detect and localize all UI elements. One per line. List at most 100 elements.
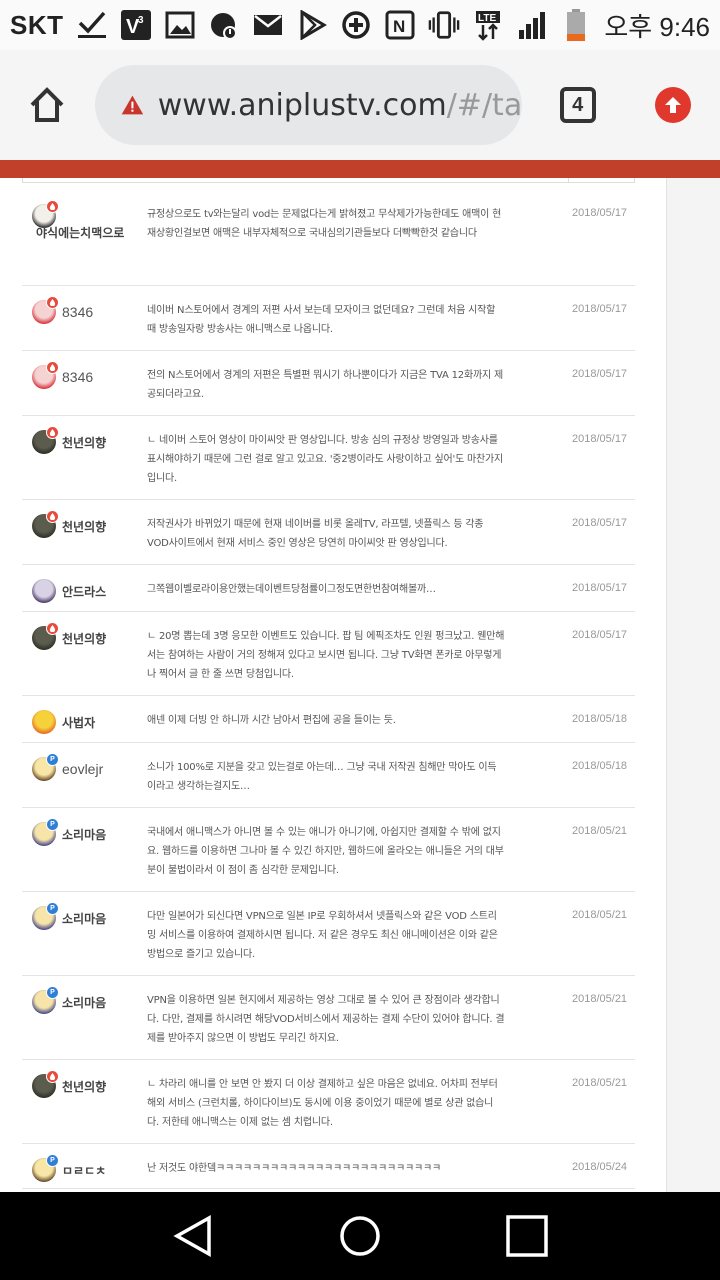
url-path: /#/ta <box>446 87 523 123</box>
mail-icon <box>252 9 284 41</box>
url-host: www.aniplustv.com <box>157 87 447 123</box>
comment-nickname[interactable]: 천년의향 <box>62 630 106 647</box>
comment-row: 8346 전의 N스토어에서 경계의 저편은 특별편 뭐시기 하나뿐이다가 지금은… <box>22 351 635 416</box>
play-store-icon <box>296 9 328 41</box>
url-bar[interactable]: www.aniplustv.com/#/ta <box>94 65 523 145</box>
home-nav-button[interactable] <box>330 1206 390 1266</box>
svg-text:3: 3 <box>138 15 144 26</box>
comment-date: 2018/05/17 <box>572 368 628 380</box>
comment-row: 천년의향 ㄴ 차라리 애니를 안 보면 안 봤지 더 이상 결제하고 싶은 마음은… <box>22 1060 635 1144</box>
comment-row: P ㅁㄹㄷㅊ 난 저것도 야한뎈ㅋㅋㅋㅋㅋㅋㅋㅋㅋㅋㅋㅋㅋㅋㅋㅋㅋㅋㅋㅋㅋㅋㅋㅋㅋ 2… <box>22 1144 635 1189</box>
comment-nickname[interactable]: 소리마음 <box>62 826 106 843</box>
update-button[interactable] <box>625 50 720 160</box>
comment-date: 2018/05/18 <box>572 760 628 772</box>
vibrate-icon <box>428 9 460 41</box>
comment-text: 네이버 N스토어에서 경계의 저편 사서 보는데 모자이크 없던데요? 그런데 … <box>147 305 496 335</box>
warning-icon <box>121 95 144 115</box>
comment-row: 사법자 애넨 이제 더빙 안 하니까 시간 남아서 편집에 공을 들이는 듯. 20… <box>22 696 635 743</box>
fire-level-icon <box>46 200 59 213</box>
comment-row: 안드라스 그쪽웹이벨로라이용안했는데이벤트당첨률이그정도면한번참여해볼까… 2018… <box>22 565 635 612</box>
comment-text: ㄴ 네이버 스토어 영상이 마이씨앗 판 영상입니다. 방송 심의 규정상 방영… <box>147 435 504 484</box>
comment-nickname[interactable]: 사법자 <box>62 714 95 731</box>
tab-switcher-button[interactable]: 4 <box>530 50 625 160</box>
comment-nickname[interactable]: ㅁㄹㄷㅊ <box>62 1162 106 1179</box>
comment-text: 애넨 이제 더빙 안 하니까 시간 남아서 편집에 공을 들이는 듯. <box>147 715 396 726</box>
comment-text: 난 저것도 야한뎈ㅋㅋㅋㅋㅋㅋㅋㅋㅋㅋㅋㅋㅋㅋㅋㅋㅋㅋㅋㅋㅋㅋㅋㅋㅋ <box>147 1163 441 1174</box>
right-gutter <box>666 178 720 1192</box>
comment-row: P 소리마음 다만 일본어가 되신다면 VPN으로 일본 IP로 우회하셔서 넷플릭… <box>22 892 635 976</box>
svg-text:N: N <box>393 17 405 36</box>
comment-nickname[interactable]: 8346 <box>62 304 93 320</box>
fire-level-icon <box>46 361 59 374</box>
back-triangle-icon <box>173 1215 212 1257</box>
recents-button[interactable] <box>497 1206 557 1266</box>
comment-nickname[interactable]: 천년의향 <box>62 518 106 535</box>
comment-date: 2018/05/17 <box>572 433 628 445</box>
battery-icon <box>560 9 592 41</box>
home-button[interactable] <box>0 50 95 160</box>
comment-nickname[interactable]: 야식에는치맥으로 <box>36 224 124 241</box>
comment-nickname[interactable]: 소리마음 <box>62 910 106 927</box>
comment-text: VPN을 이용하면 일본 현지에서 제공하는 영상 그대로 볼 수 있어 큰 장… <box>147 995 505 1044</box>
v3-shield-icon: V3 <box>120 9 152 41</box>
comment-text: 저작권사가 바뀌었기 때문에 현재 네이버를 비롯 올레TV, 라프텔, 넷플릭… <box>147 519 484 549</box>
recents-square-icon <box>505 1215 548 1257</box>
comment-text: 국내에서 애니맥스가 아니면 볼 수 있는 애니가 아니기에, 아쉽지만 결제할… <box>147 827 504 876</box>
comment-date: 2018/05/17 <box>572 303 628 315</box>
comment-nickname[interactable]: 천년의향 <box>62 1078 106 1095</box>
back-button[interactable] <box>163 1206 223 1266</box>
fire-level-icon <box>46 1070 59 1083</box>
comment-date: 2018/05/17 <box>572 207 628 219</box>
comment-text: 전의 N스토어에서 경계의 저편은 특별편 뭐시기 하나뿐이다가 지금은 TVA… <box>147 370 503 400</box>
fire-level-icon <box>46 426 59 439</box>
comment-nickname[interactable]: 소리마음 <box>62 994 106 1011</box>
data-saver-icon <box>340 9 372 41</box>
fire-level-icon <box>46 510 59 523</box>
status-clock: 오후 9:46 <box>604 11 710 42</box>
browser-toolbar: www.aniplustv.com/#/ta 4 <box>0 50 720 160</box>
comment-text: 소니가 100%로 지분을 갖고 있는걸로 아는데… 그냥 국내 저작권 침해만… <box>147 762 497 792</box>
system-nav-bar <box>0 1192 720 1280</box>
home-icon <box>31 87 64 122</box>
comment-row: 천년의향 ㄴ 네이버 스토어 영상이 마이씨앗 판 영상입니다. 방송 심의 규정… <box>22 416 635 500</box>
premium-p-icon: P <box>46 902 59 915</box>
comment-nickname[interactable]: 8346 <box>62 369 93 385</box>
comment-text: 규정상으로도 tv와는달리 vod는 문제없다는게 밝혀졌고 무삭제가가능한데도… <box>147 209 502 239</box>
url-text: www.aniplustv.com/#/ta <box>158 88 522 123</box>
premium-p-icon: P <box>46 1154 59 1167</box>
arrow-up-icon <box>654 87 691 123</box>
comment-row: P 소리마음 VPN을 이용하면 일본 현지에서 제공하는 영상 그대로 볼 수 있… <box>22 976 635 1060</box>
site-nav-bar <box>0 160 720 178</box>
comment-text: ㄴ 20명 뽑는데 3명 응모한 이벤트도 있습니다. 팝 팀 에픽조차도 인원… <box>147 631 505 680</box>
comment-text: 다만 일본어가 되신다면 VPN으로 일본 IP로 우회하셔서 넷플릭스와 같은… <box>147 911 498 960</box>
svg-text:LTE: LTE <box>478 13 496 24</box>
fire-level-icon <box>46 296 59 309</box>
comment-text: ㄴ 차라리 애니를 안 보면 안 봤지 더 이상 결제하고 싶은 마음은 없네요… <box>147 1079 498 1128</box>
lte-icon: LTE <box>472 9 504 41</box>
alarm-icon <box>208 9 240 41</box>
home-circle-icon <box>340 1216 380 1256</box>
signal-icon <box>516 9 548 41</box>
user-avatar[interactable] <box>32 579 56 603</box>
gallery-icon <box>164 9 196 41</box>
comment-date: 2018/05/21 <box>572 825 628 837</box>
comment-row: P 소리마음 국내에서 애니맥스가 아니면 볼 수 있는 애니가 아니기에, 아쉽지… <box>22 808 635 892</box>
comment-text: 그쪽웹이벨로라이용안했는데이벤트당첨률이그정도면한번참여해볼까… <box>147 584 436 595</box>
comment-row: Peovlejr 소니가 100%로 지분을 갖고 있는걸로 아는데… 그냥 국내… <box>22 743 635 808</box>
comment-date: 2018/05/21 <box>572 993 628 1005</box>
comment-row: 천년의향 ㄴ 20명 뽑는데 3명 응모한 이벤트도 있습니다. 팝 팀 에픽조차… <box>22 612 635 696</box>
comment-nickname[interactable]: 안드라스 <box>62 583 106 600</box>
comment-list: 야식에는치맥으로 규정상으로도 tv와는달리 vod는 문제없다는게 밝혀졌고 무… <box>22 190 635 1189</box>
comment-date: 2018/05/17 <box>572 517 628 529</box>
fire-level-icon <box>46 622 59 635</box>
comment-row: 천년의향 저작권사가 바뀌었기 때문에 현재 네이버를 비롯 올레TV, 라프텔,… <box>22 500 635 565</box>
comment-nickname[interactable]: 천년의향 <box>62 434 106 451</box>
comment-nickname[interactable]: eovlejr <box>62 761 103 777</box>
tab-count: 4 <box>559 87 596 123</box>
comment-date: 2018/05/17 <box>572 629 628 641</box>
comment-date: 2018/05/24 <box>572 1161 628 1173</box>
comment-date: 2018/05/18 <box>572 713 628 725</box>
comment-date: 2018/05/21 <box>572 1077 628 1089</box>
comment-row: 야식에는치맥으로 규정상으로도 tv와는달리 vod는 문제없다는게 밝혀졌고 무… <box>22 190 635 286</box>
user-avatar[interactable] <box>32 710 56 734</box>
